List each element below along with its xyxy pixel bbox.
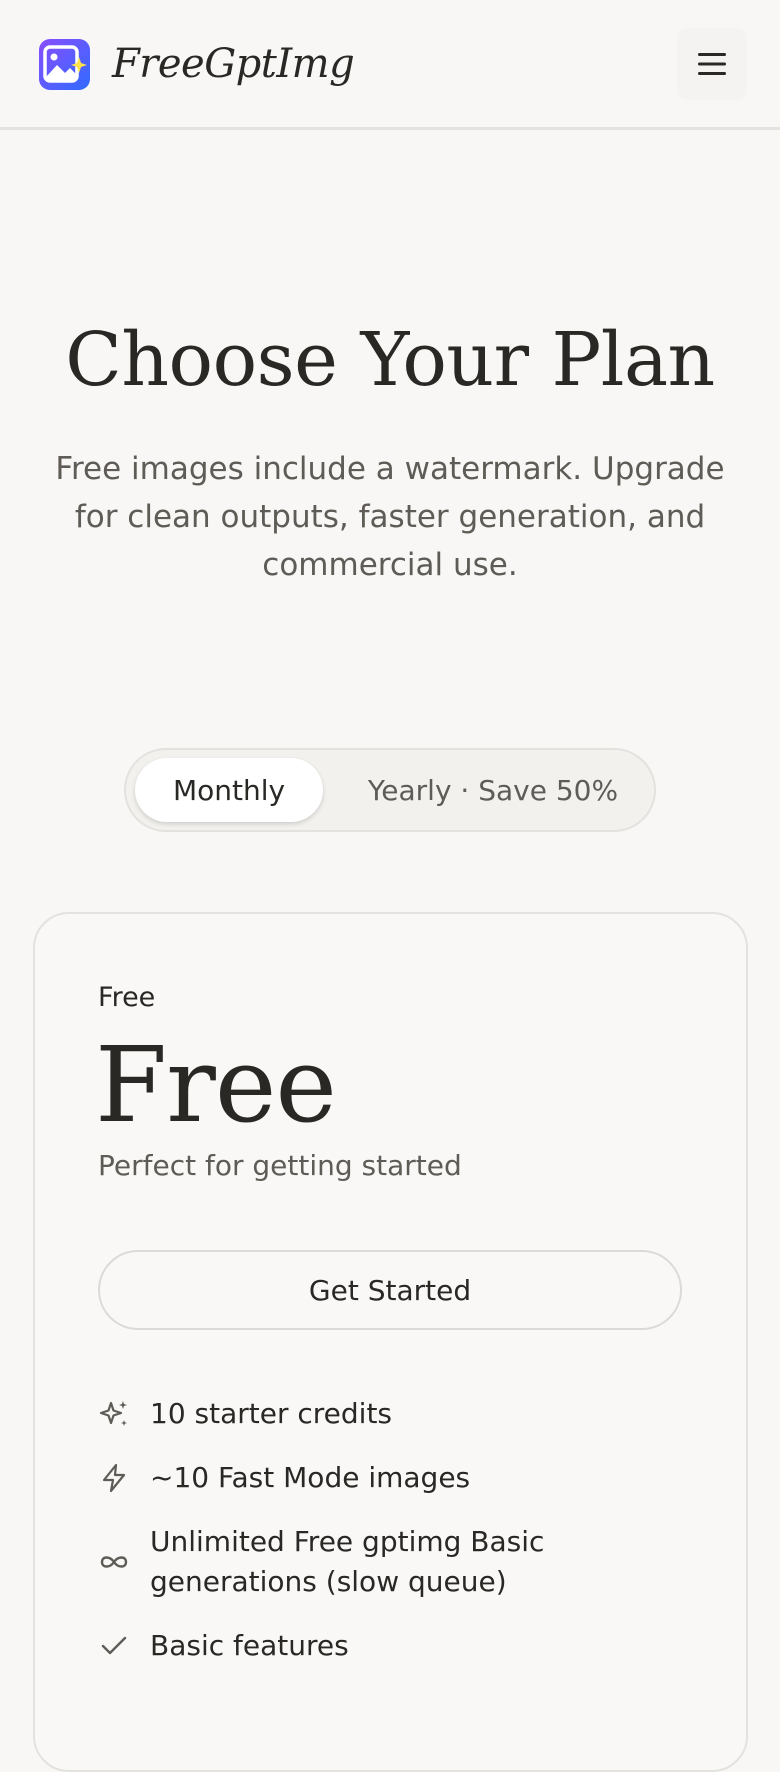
billing-option-monthly[interactable]: Monthly xyxy=(135,758,323,822)
hamburger-menu-icon xyxy=(698,53,726,75)
billing-option-yearly[interactable]: Yearly · Save 50% xyxy=(338,758,648,822)
brand-name[interactable]: FreeGptImg xyxy=(112,36,355,92)
plan-price: Free xyxy=(95,1024,337,1146)
feature-text: 10 starter credits xyxy=(150,1397,393,1430)
image-sparkle-icon[interactable] xyxy=(39,39,90,90)
page-subtitle: Free images include a watermark. Upgrade… xyxy=(55,451,725,583)
get-started-button[interactable]: Get Started xyxy=(98,1250,682,1330)
site-header: FreeGptImg xyxy=(0,0,780,130)
feature-text: Basic features xyxy=(150,1629,349,1662)
lightning-icon xyxy=(102,1463,126,1493)
sparkles-icon xyxy=(99,1401,127,1426)
page-title: Choose Your Plan xyxy=(65,317,715,403)
check-icon xyxy=(101,1636,127,1655)
menu-button[interactable] xyxy=(677,28,747,100)
billing-toggle: Monthly Yearly · Save 50% xyxy=(124,748,656,832)
plan-name: Free xyxy=(98,982,156,1013)
feature-text: ~10 Fast Mode images xyxy=(150,1461,471,1494)
infinity-icon xyxy=(100,1556,128,1568)
feature-text: Unlimited Free gptimg Basic generations … xyxy=(150,1525,545,1598)
plan-description: Perfect for getting started xyxy=(98,1149,462,1182)
